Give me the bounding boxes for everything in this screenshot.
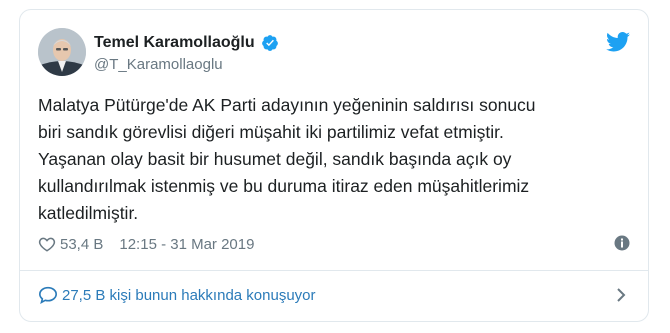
tweet-text: Malatya Pütürge'de AK Parti adayının yeğ… bbox=[38, 95, 536, 223]
avatar[interactable] bbox=[38, 28, 86, 76]
like-count[interactable]: 53,4 B bbox=[60, 236, 103, 253]
tweet-meta: 53,4 B 12:15 - 31 Mar 2019 bbox=[38, 232, 630, 256]
heart-icon[interactable] bbox=[38, 235, 56, 253]
author-block[interactable]: Temel Karamollaoğlu @T_Karamollaoglu bbox=[94, 34, 279, 73]
author-display-name[interactable]: Temel Karamollaoğlu bbox=[94, 34, 255, 52]
conversation-link[interactable]: 27,5 B kişi bunun hakkında konuşuyor bbox=[38, 280, 630, 310]
author-handle[interactable]: @T_Karamollaoglu bbox=[94, 56, 279, 73]
avatar-image bbox=[38, 28, 86, 76]
speech-bubble-icon bbox=[38, 286, 58, 304]
conversation-label[interactable]: 27,5 B kişi bunun hakkında konuşuyor bbox=[62, 287, 316, 304]
divider bbox=[20, 270, 648, 271]
info-icon[interactable] bbox=[614, 235, 630, 251]
embedded-tweet-card: Temel Karamollaoğlu @T_Karamollaoglu Mal… bbox=[19, 9, 649, 322]
verified-badge-icon bbox=[261, 35, 278, 51]
tweet-timestamp[interactable]: 12:15 - 31 Mar 2019 bbox=[119, 236, 254, 253]
twitter-bird-icon[interactable] bbox=[606, 32, 630, 52]
tweet-header: Temel Karamollaoğlu @T_Karamollaoglu bbox=[38, 28, 630, 80]
chevron-right-icon[interactable] bbox=[616, 287, 626, 303]
